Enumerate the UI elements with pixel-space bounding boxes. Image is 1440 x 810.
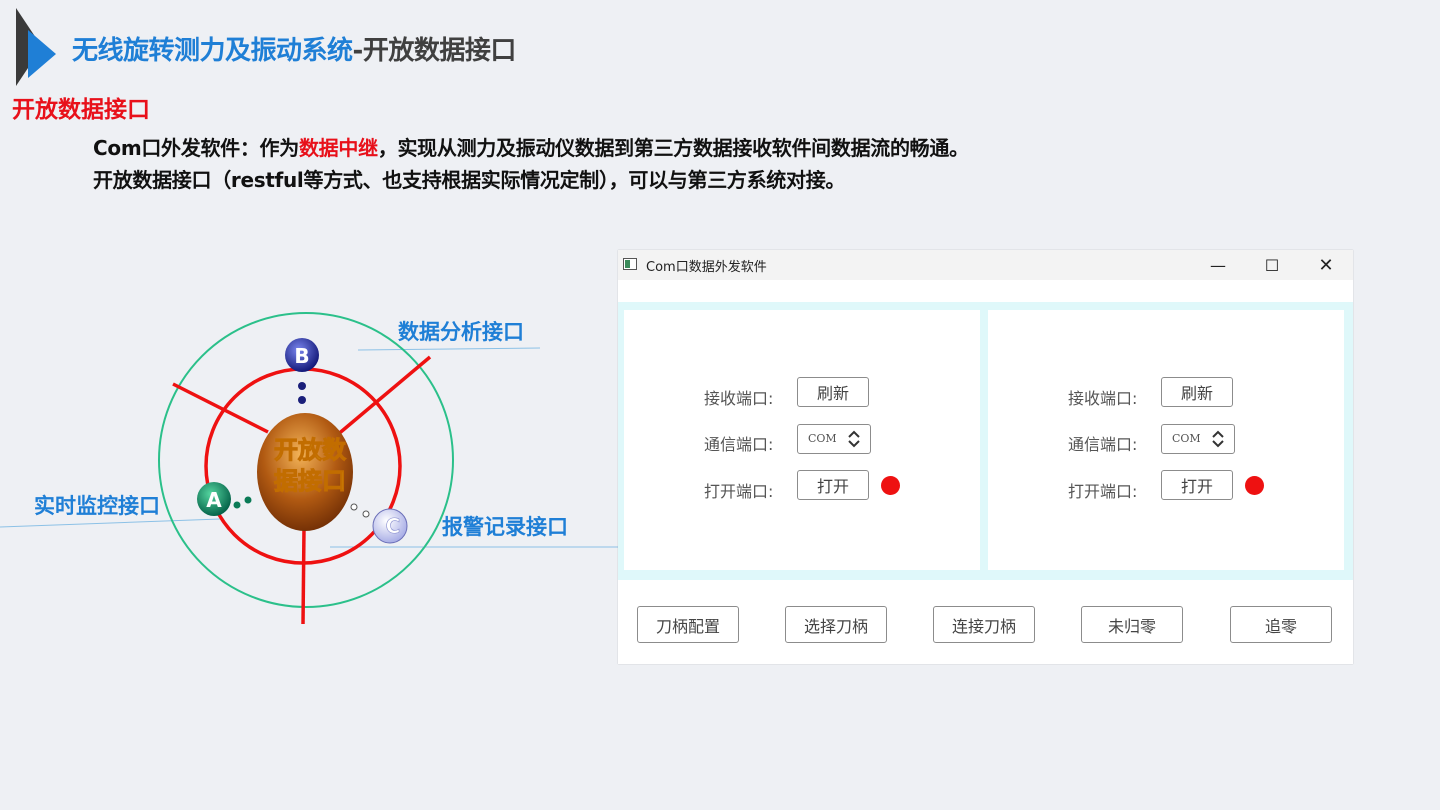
port-panel-2: 接收端口: 刷新 通信端口: COM4 打开端口: 打开 [988, 310, 1344, 570]
title-separator: - [352, 36, 364, 66]
comm-port-label: 通信端口: [704, 435, 774, 454]
minimize-button[interactable]: — [1191, 250, 1245, 280]
node-c-dot [362, 510, 370, 518]
refresh-button[interactable]: 刷新 [1161, 377, 1233, 407]
not-zeroed-button[interactable]: 未归零 [1081, 606, 1183, 643]
description-highlight: 数据中继 [298, 136, 378, 160]
section-title: 开放数据接口 [12, 97, 150, 123]
center-label-line-2: 据接口 [274, 467, 346, 495]
minimize-icon: — [1210, 255, 1226, 275]
open-port-label: 打开端口: [704, 482, 774, 501]
title-main: 无线旋转测力及振动系统 [72, 36, 353, 66]
select-tool-holder-button[interactable]: 选择刀柄 [785, 606, 887, 643]
app-icon [623, 258, 637, 270]
close-button[interactable]: ✕ [1299, 250, 1353, 280]
connector-line-analysis [357, 347, 541, 351]
node-a-label: A [206, 488, 222, 512]
comm-port-value: COM4 [1172, 432, 1200, 445]
status-led [1245, 476, 1264, 495]
comm-port-label: 通信端口: [1068, 435, 1138, 454]
node-b-dot [298, 382, 306, 390]
tool-holder-config-button[interactable]: 刀柄配置 [637, 606, 739, 643]
center-label-line-1: 开放数 [274, 436, 347, 464]
port-panels: 接收端口: 刷新 通信端口: COM3 打开端口: 打开 接收端口: 刷新 通信… [618, 302, 1353, 580]
logo-icon [16, 8, 56, 86]
open-port-button[interactable]: 打开 [1161, 470, 1233, 500]
comm-port-spinbox[interactable]: COM3 [797, 424, 871, 454]
comm-port-value: COM3 [808, 432, 836, 445]
node-a-dot [233, 501, 241, 509]
node-c-dot [350, 503, 358, 511]
close-icon: ✕ [1318, 254, 1334, 276]
comm-port-spinbox[interactable]: COM4 [1161, 424, 1235, 454]
open-port-button[interactable]: 打开 [797, 470, 869, 500]
maximize-button[interactable]: ☐ [1245, 250, 1299, 280]
node-c-label: C [386, 514, 401, 538]
zero-button[interactable]: 追零 [1230, 606, 1332, 643]
spin-arrows-icon[interactable] [846, 428, 862, 450]
description-line-2: 开放数据接口（restful等方式、也支持根据实际情况定制），可以与第三方系统对… [93, 168, 846, 192]
open-port-label: 打开端口: [1068, 482, 1138, 501]
node-b-label: B [294, 344, 309, 368]
spin-arrows-icon[interactable] [1210, 428, 1226, 450]
refresh-button[interactable]: 刷新 [797, 377, 869, 407]
status-led [881, 476, 900, 495]
label-realtime-monitor: 实时监控接口 [34, 494, 160, 518]
app-window: Com口数据外发软件 — ☐ ✕ 接收端口: 刷新 通信端口: COM3 打开端… [618, 250, 1353, 664]
receive-port-label: 接收端口: [704, 389, 774, 408]
page-title: 无线旋转测力及振动系统-开放数据接口 [72, 30, 516, 67]
node-b-dot [298, 396, 306, 404]
title-bar[interactable]: Com口数据外发软件 — ☐ ✕ [618, 250, 1353, 280]
label-data-analysis: 数据分析接口 [398, 320, 524, 344]
connector-line-monitor [0, 518, 221, 528]
label-alarm-record: 报警记录接口 [442, 515, 568, 539]
node-a-dot [244, 496, 252, 504]
description-line-1: Com口外发软件：作为数据中继，实现从测力及振动仪数据到第三方数据接收软件间数据… [93, 132, 969, 161]
connect-tool-holder-button[interactable]: 连接刀柄 [933, 606, 1035, 643]
port-panel-1: 接收端口: 刷新 通信端口: COM3 打开端口: 打开 [624, 310, 980, 570]
receive-port-label: 接收端口: [1068, 389, 1138, 408]
description-line-1-a: Com口外发软件：作为 [93, 136, 299, 160]
description-line-1-b: ，实现从测力及振动仪数据到第三方数据接收软件间数据流的畅通。 [377, 136, 969, 160]
interface-diagram: 开放数 据接口 B A C [0, 312, 618, 625]
title-sub: 开放数据接口 [362, 36, 517, 66]
window-title: Com口数据外发软件 [646, 260, 767, 275]
maximize-icon: ☐ [1264, 255, 1280, 275]
